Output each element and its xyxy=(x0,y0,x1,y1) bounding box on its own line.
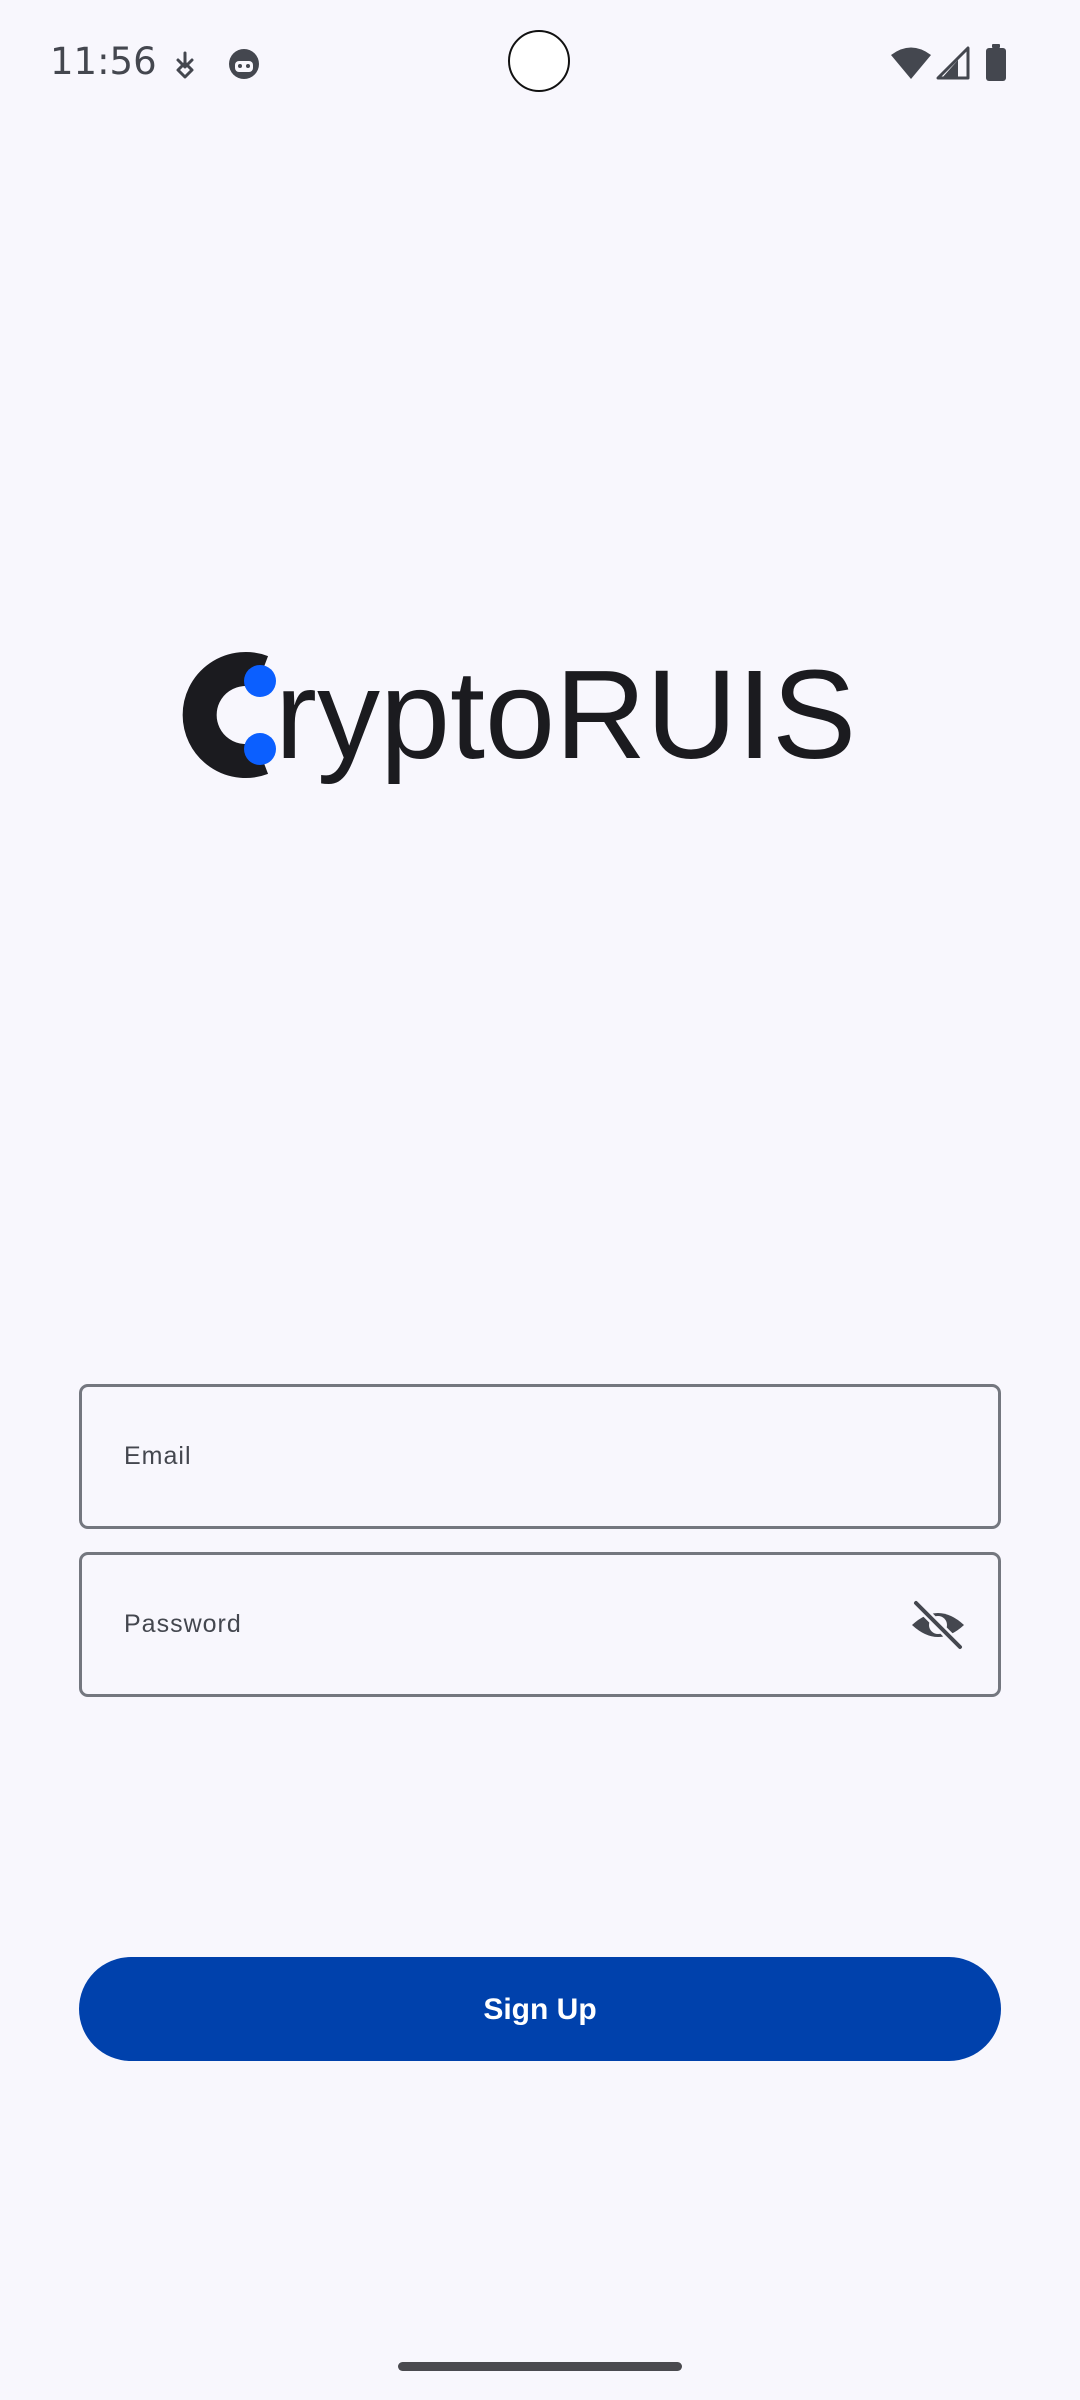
password-label: Password xyxy=(124,1610,242,1638)
camera-cutout xyxy=(508,30,570,92)
notification-arrow-icon xyxy=(172,50,198,85)
battery-icon xyxy=(985,44,1007,87)
cellular-signal-icon xyxy=(936,46,970,85)
eye-off-icon[interactable] xyxy=(908,1595,968,1655)
status-bar: 11:56 xyxy=(0,0,1080,130)
app-logo: ryptoRUIS xyxy=(180,640,900,790)
wifi-icon xyxy=(890,46,932,85)
email-label: Email xyxy=(124,1442,192,1470)
signup-screen: 11:56 ryptoRUIS Email Password Sign Up xyxy=(0,0,1080,2400)
logo-wordmark: ryptoRUIS xyxy=(275,644,857,785)
password-field[interactable]: Password xyxy=(79,1552,1001,1697)
email-field[interactable]: Email xyxy=(79,1384,1001,1529)
android-face-icon xyxy=(226,46,262,87)
gesture-nav-bar[interactable] xyxy=(398,2362,682,2371)
status-time: 11:56 xyxy=(50,40,157,83)
logo-c-mark-icon xyxy=(182,652,276,778)
sign-up-button[interactable]: Sign Up xyxy=(79,1957,1001,2061)
